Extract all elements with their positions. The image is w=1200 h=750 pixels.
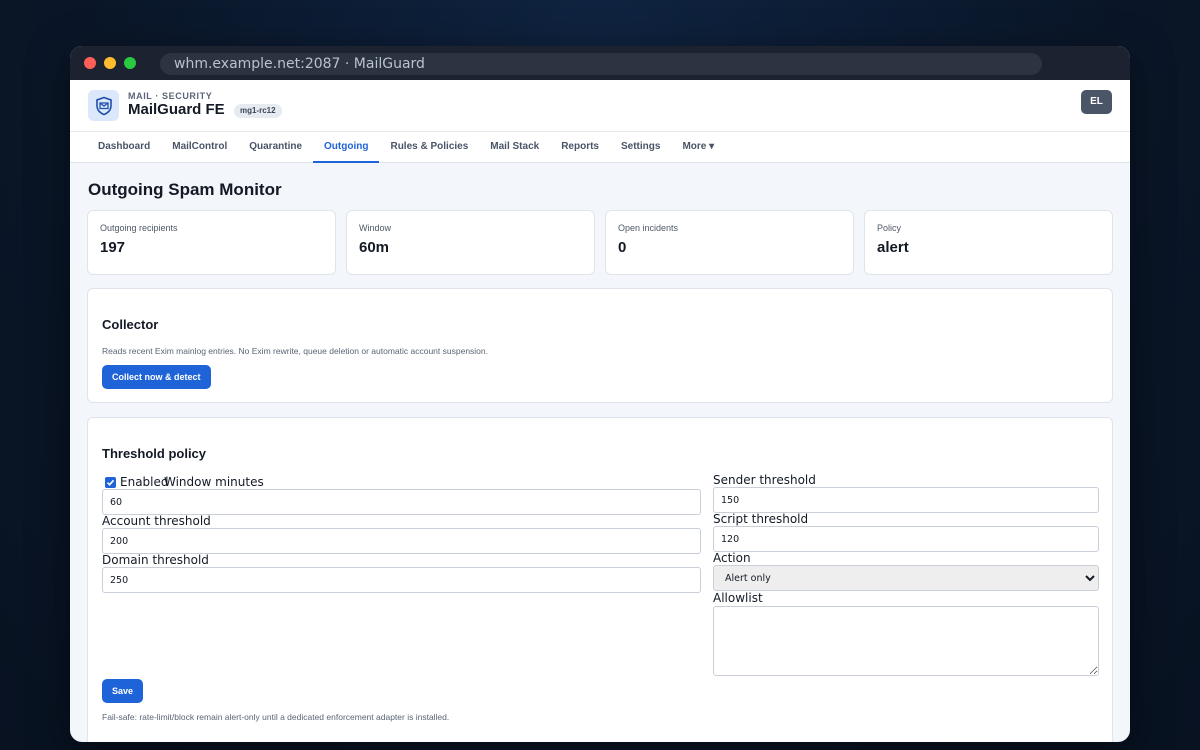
stat-card-outgoing-recipients: Outgoing recipients 197 — [87, 210, 336, 275]
script-threshold-input[interactable] — [713, 526, 1099, 552]
nav-reports[interactable]: Reports — [550, 132, 610, 163]
save-button[interactable]: Save — [102, 679, 144, 703]
nav-outgoing[interactable]: Outgoing — [313, 132, 380, 163]
enabled-checkbox[interactable] — [105, 477, 116, 488]
nav-rules-policies[interactable]: Rules & Policies — [379, 132, 479, 163]
stat-value: alert — [877, 239, 909, 256]
account-threshold-label: Account threshold — [102, 514, 211, 528]
app-header: MAIL · SECURITY MailGuard FE mg1-rc12 EL — [70, 80, 1130, 132]
collect-now-button[interactable]: Collect now & detect — [102, 365, 211, 389]
page-title: Outgoing Spam Monitor — [88, 180, 282, 199]
nav-mail-stack[interactable]: Mail Stack — [479, 132, 550, 163]
window-minutes-label: Window minutes — [164, 475, 264, 489]
action-label: Action — [713, 551, 751, 565]
stat-label: Outgoing recipients — [100, 223, 178, 233]
stat-card-open-incidents: Open incidents 0 — [605, 210, 854, 275]
address-bar[interactable]: whm.example.net:2087 · MailGuard — [160, 53, 1042, 75]
stat-value: 0 — [618, 239, 627, 256]
stat-label: Policy — [877, 223, 902, 233]
nav-quarantine[interactable]: Quarantine — [238, 132, 313, 163]
domain-threshold-label: Domain threshold — [102, 553, 209, 567]
close-window-button[interactable] — [84, 57, 96, 69]
window-minutes-input[interactable] — [102, 489, 701, 515]
collector-description: Reads recent Exim mainlog entries. No Ex… — [102, 346, 488, 356]
minimize-window-button[interactable] — [104, 57, 116, 69]
browser-window: whm.example.net:2087 · MailGuard MAIL · … — [70, 46, 1130, 742]
stat-card-window: Window 60m — [346, 210, 595, 275]
domain-threshold-input[interactable] — [102, 567, 701, 593]
main-nav: Dashboard MailControl Quarantine Outgoin… — [70, 132, 1130, 163]
collector-card: Collector Reads recent Exim mainlog entr… — [87, 288, 1113, 403]
stat-value: 197 — [100, 239, 126, 256]
brand-subtitle: MAIL · SECURITY — [128, 91, 213, 101]
sender-threshold-label: Sender threshold — [713, 473, 816, 487]
action-select[interactable]: Alert only — [713, 565, 1099, 591]
script-threshold-label: Script threshold — [713, 512, 809, 526]
stat-card-policy: Policy alert — [864, 210, 1113, 275]
enabled-label: Enabled — [120, 475, 169, 489]
sender-threshold-input[interactable] — [713, 487, 1099, 513]
mailguard-logo-icon — [88, 90, 119, 121]
nav-dashboard[interactable]: Dashboard — [87, 132, 161, 163]
version-badge: mg1-rc12 — [234, 104, 282, 118]
failsafe-note: Fail-safe: rate-limit/block remain alert… — [102, 712, 450, 722]
browser-titlebar: whm.example.net:2087 · MailGuard — [70, 46, 1130, 80]
stat-value: 60m — [359, 239, 390, 256]
user-avatar[interactable]: EL — [1081, 90, 1112, 114]
allowlist-textarea[interactable] — [713, 606, 1099, 676]
nav-more-dropdown[interactable]: More ▾ — [671, 132, 725, 163]
threshold-policy-title: Threshold policy — [102, 446, 207, 461]
account-threshold-input[interactable] — [102, 528, 701, 554]
stat-label: Window — [359, 223, 392, 233]
stat-label: Open incidents — [618, 223, 679, 233]
stats-row: Outgoing recipients 197 Window 60m Open … — [87, 210, 1113, 275]
collector-title: Collector — [102, 317, 159, 332]
nav-mailcontrol[interactable]: MailControl — [161, 132, 238, 163]
brand-title: MailGuard FE — [128, 101, 225, 118]
threshold-policy-card: Threshold policy Enabled Window minutes … — [87, 417, 1113, 742]
maximize-window-button[interactable] — [124, 57, 136, 69]
allowlist-label: Allowlist — [713, 591, 763, 605]
nav-settings[interactable]: Settings — [610, 132, 671, 163]
